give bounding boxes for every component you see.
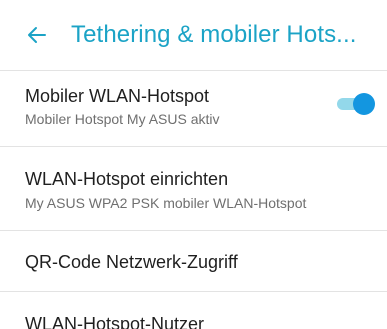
hotspot-summary: Mobiler Hotspot My ASUS aktiv: [25, 111, 220, 127]
hotspot-setup-summary: My ASUS WPA2 PSK mobiler WLAN-Hotspot: [25, 195, 307, 211]
hotspot-toggle-switch[interactable]: [337, 93, 375, 115]
hotspot-setup-title: WLAN-Hotspot einrichten: [25, 169, 229, 189]
hotspot-users-row[interactable]: WLAN-Hotspot-Nutzer: [0, 292, 387, 329]
app-bar: Tethering & mobiler Hots...: [0, 0, 387, 70]
tethering-settings-screen: Tethering & mobiler Hots... Mobiler WLAN…: [0, 0, 387, 329]
arrow-left-icon: [28, 27, 46, 43]
hotspot-toggle-row[interactable]: Mobiler WLAN-Hotspot Mobiler Hotspot My …: [0, 71, 387, 145]
back-button[interactable]: [25, 23, 49, 47]
qr-code-row[interactable]: QR-Code Netzwerk-Zugriff: [0, 231, 387, 291]
toggle-knob: [353, 93, 375, 115]
hotspot-users-title: WLAN-Hotspot-Nutzer: [25, 314, 205, 329]
hotspot-setup-row[interactable]: WLAN-Hotspot einrichten My ASUS WPA2 PSK…: [0, 147, 387, 229]
page-title: Tethering & mobiler Hots...: [71, 21, 357, 48]
qr-code-title: QR-Code Netzwerk-Zugriff: [25, 252, 238, 272]
hotspot-title: Mobiler WLAN-Hotspot: [25, 86, 210, 106]
